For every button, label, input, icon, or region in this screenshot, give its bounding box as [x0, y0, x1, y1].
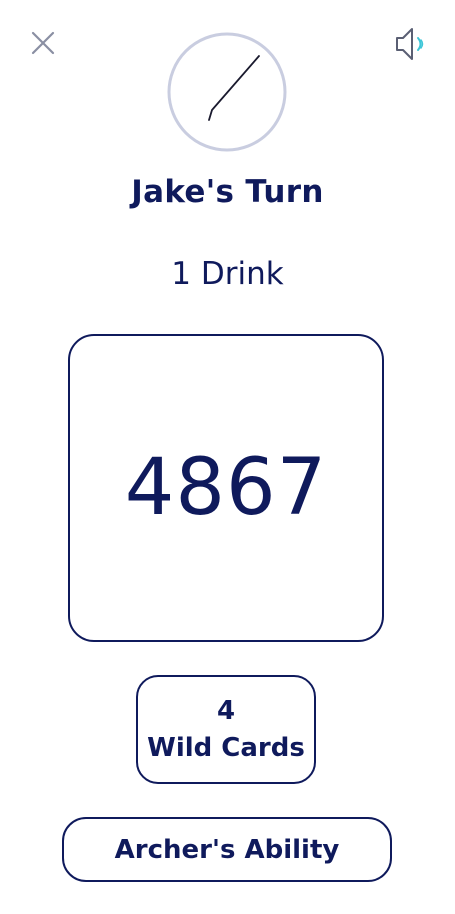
card-number: 4867	[124, 443, 328, 533]
close-icon	[31, 31, 55, 55]
drink-count: 1 Drink	[171, 256, 284, 292]
close-button[interactable]	[28, 28, 58, 58]
player-turn-title: Jake's Turn	[131, 174, 324, 210]
number-card: 4867	[68, 334, 384, 642]
wild-cards-button[interactable]: 4 Wild Cards	[136, 675, 316, 784]
wild-cards-label: Wild Cards	[147, 732, 305, 763]
ability-label: Archer's Ability	[114, 834, 340, 865]
wild-cards-count: 4	[216, 695, 236, 726]
ability-button[interactable]: Archer's Ability	[62, 817, 392, 882]
sound-toggle-button[interactable]	[392, 24, 432, 64]
timer-icon	[167, 32, 287, 152]
turn-timer	[167, 32, 287, 152]
speaker-icon	[396, 28, 424, 60]
